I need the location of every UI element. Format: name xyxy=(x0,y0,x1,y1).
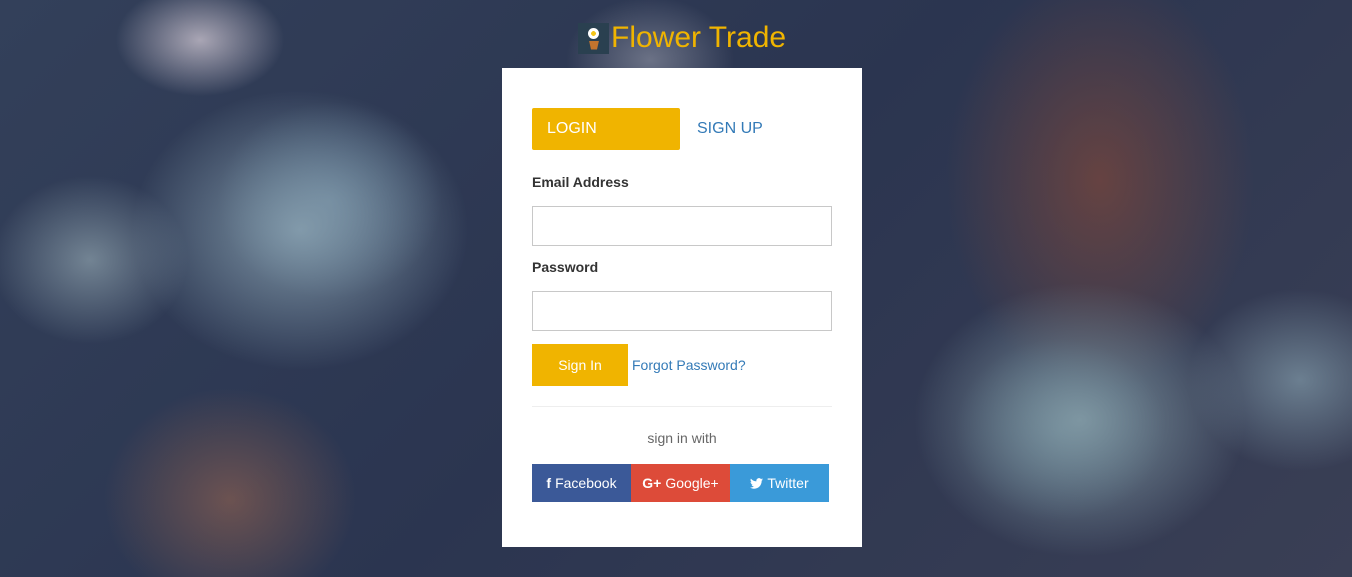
login-card: LOGIN SIGN UP Email Address Password Sig… xyxy=(502,68,862,547)
sign-in-button[interactable]: Sign In xyxy=(532,344,628,386)
brand-title: Flower Trade xyxy=(611,21,787,54)
divider xyxy=(532,406,832,407)
flower-pot-icon xyxy=(578,22,609,54)
tab-login[interactable]: LOGIN xyxy=(532,108,680,150)
facebook-button[interactable]: f Facebook xyxy=(532,464,631,502)
forgot-password-link[interactable]: Forgot Password? xyxy=(632,357,746,373)
facebook-label: Facebook xyxy=(555,475,617,491)
form-actions: Sign In Forgot Password? xyxy=(532,344,832,386)
brand-header: Flower Trade xyxy=(578,20,786,56)
facebook-icon: f xyxy=(546,475,552,491)
twitter-button[interactable]: Twitter xyxy=(730,464,829,502)
password-label: Password xyxy=(532,259,599,275)
google-plus-label: Google+ xyxy=(665,475,719,491)
social-buttons: f Facebook G+ Google+ Twitter xyxy=(532,464,829,502)
auth-tabs: LOGIN SIGN UP xyxy=(532,108,832,150)
password-field[interactable] xyxy=(532,291,832,331)
email-label: Email Address xyxy=(532,174,629,190)
google-plus-button[interactable]: G+ Google+ xyxy=(631,464,730,502)
tab-signup[interactable]: SIGN UP xyxy=(680,108,763,150)
google-plus-icon: G+ xyxy=(642,475,662,491)
twitter-label: Twitter xyxy=(767,475,809,491)
email-field[interactable] xyxy=(532,206,832,246)
twitter-icon xyxy=(750,477,764,489)
sign-in-with-label: sign in with xyxy=(647,430,717,446)
